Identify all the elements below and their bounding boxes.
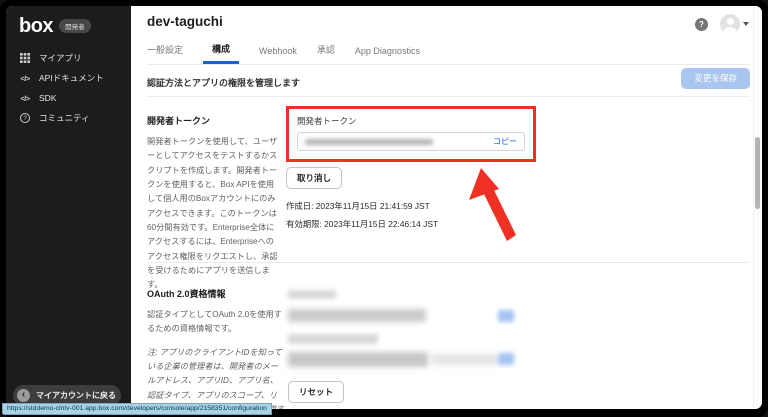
reset-button[interactable]: リセット [288, 381, 344, 403]
save-changes-button[interactable]: 変更を保存 [681, 68, 750, 89]
code-icon: </> [19, 74, 31, 83]
oauth-section-description: OAuth 2.0資格情報 認証タイプとしてOAuth 2.0を使用するための資… [147, 287, 284, 409]
token-field-label: 開発者トークン [297, 115, 525, 127]
screenshot-frame: box 開発者 マイアプリ </> APIドキュメント </> SDK [0, 0, 768, 417]
page-title: dev-taguchi [147, 14, 223, 29]
client-id-value-redacted [288, 309, 426, 322]
sidebar-item-label: マイアプリ [39, 52, 82, 64]
copy-link[interactable]: コピー [493, 136, 517, 147]
app-window: box 開発者 マイアプリ </> APIドキュメント </> SDK [6, 6, 762, 409]
grid-icon [19, 53, 31, 63]
logo-row: box 開発者 [19, 16, 91, 36]
avatar-torso [723, 27, 737, 35]
avatar-head [727, 18, 734, 25]
oauth-section-body: 認証タイプとしてOAuth 2.0を使用するための資格情報です。 [147, 308, 284, 337]
copy-link-redacted [498, 353, 514, 365]
status-url-tooltip: https://stddemo-clntv-001.app.box.com/de… [2, 403, 272, 416]
sidebar-item-label: コミュニティ [39, 112, 90, 124]
revoke-button[interactable]: 取り消し [286, 167, 342, 189]
client-secret-field-redacted[interactable] [288, 351, 514, 368]
tab-app-diagnostics[interactable]: App Diagnostics [355, 46, 420, 64]
divider [147, 262, 750, 263]
sidebar: box 開発者 マイアプリ </> APIドキュメント </> SDK [6, 6, 131, 409]
client-secret-extra-redacted [431, 354, 497, 365]
tab-bar: 一般設定 構成 Webhook 承認 App Diagnostics [147, 42, 750, 65]
token-expiry-date: 有効期限: 2023年11月15日 22:46:14 JST [286, 218, 536, 230]
sidebar-item-sdk[interactable]: </> SDK [6, 88, 131, 108]
tab-configuration[interactable]: 構成 [203, 42, 239, 64]
tab-webhook[interactable]: Webhook [259, 46, 297, 64]
client-id-field-redacted[interactable] [288, 308, 514, 324]
oauth-section-heading: OAuth 2.0資格情報 [147, 287, 284, 300]
developer-token-input[interactable]: コピー [297, 132, 525, 151]
developer-badge: 開発者 [59, 19, 91, 33]
sidebar-item-community[interactable]: ? コミュニティ [6, 108, 131, 128]
avatar[interactable] [720, 14, 740, 34]
box-logo: box [19, 16, 53, 36]
chevron-left-icon: ‹ [17, 389, 30, 402]
divider [147, 96, 750, 97]
client-secret-label-redacted [288, 334, 378, 344]
token-value-redacted [305, 139, 433, 145]
annotation-red-box: 開発者トークン コピー [286, 106, 536, 162]
oauth-credentials-panel: リセット [288, 287, 514, 403]
tab-general-settings[interactable]: 一般設定 [147, 43, 183, 64]
sidebar-item-api-docs[interactable]: </> APIドキュメント [6, 68, 131, 88]
main-content: dev-taguchi ? 一般設定 構成 Webhook 承認 App Dia… [131, 6, 762, 409]
token-section-heading: 開発者トークン [147, 114, 280, 127]
sidebar-item-my-apps[interactable]: マイアプリ [6, 48, 131, 68]
chevron-down-icon[interactable] [743, 22, 749, 26]
help-icon[interactable]: ? [695, 18, 708, 31]
question-circle-icon: ? [19, 113, 31, 123]
back-button-label: マイアカウントに戻る [36, 390, 116, 401]
token-section-panel: 開発者トークン コピー 取り消し 作成日: 2023年11月15日 21:41:… [286, 106, 536, 230]
subheader-text: 認証方法とアプリの権限を管理します [147, 76, 300, 89]
code-icon: </> [19, 94, 31, 103]
scrollbar-track[interactable] [753, 6, 762, 409]
sidebar-nav: マイアプリ </> APIドキュメント </> SDK ? コミュニティ [6, 48, 131, 128]
token-section-description: 開発者トークン 開発者トークンを使用して、ユーザーとしてアクセスをテストするかス… [147, 114, 280, 293]
client-id-label-redacted [288, 290, 336, 299]
sidebar-item-label: SDK [39, 93, 56, 103]
scrollbar-thumb[interactable] [755, 137, 760, 209]
token-created-date: 作成日: 2023年11月15日 21:41:59 JST [286, 200, 536, 212]
copy-link-redacted [498, 310, 514, 322]
oauth-section-note: 注: アプリのクライアントIDを知っている企業の管理者は、開発者のメールアドレス… [147, 346, 284, 409]
token-section-body: 開発者トークンを使用して、ユーザーとしてアクセスをテストするかスクリプトを作成し… [147, 135, 280, 293]
client-secret-value-redacted [288, 352, 428, 367]
sidebar-item-label: APIドキュメント [39, 72, 104, 84]
tab-approval[interactable]: 承認 [317, 43, 335, 64]
